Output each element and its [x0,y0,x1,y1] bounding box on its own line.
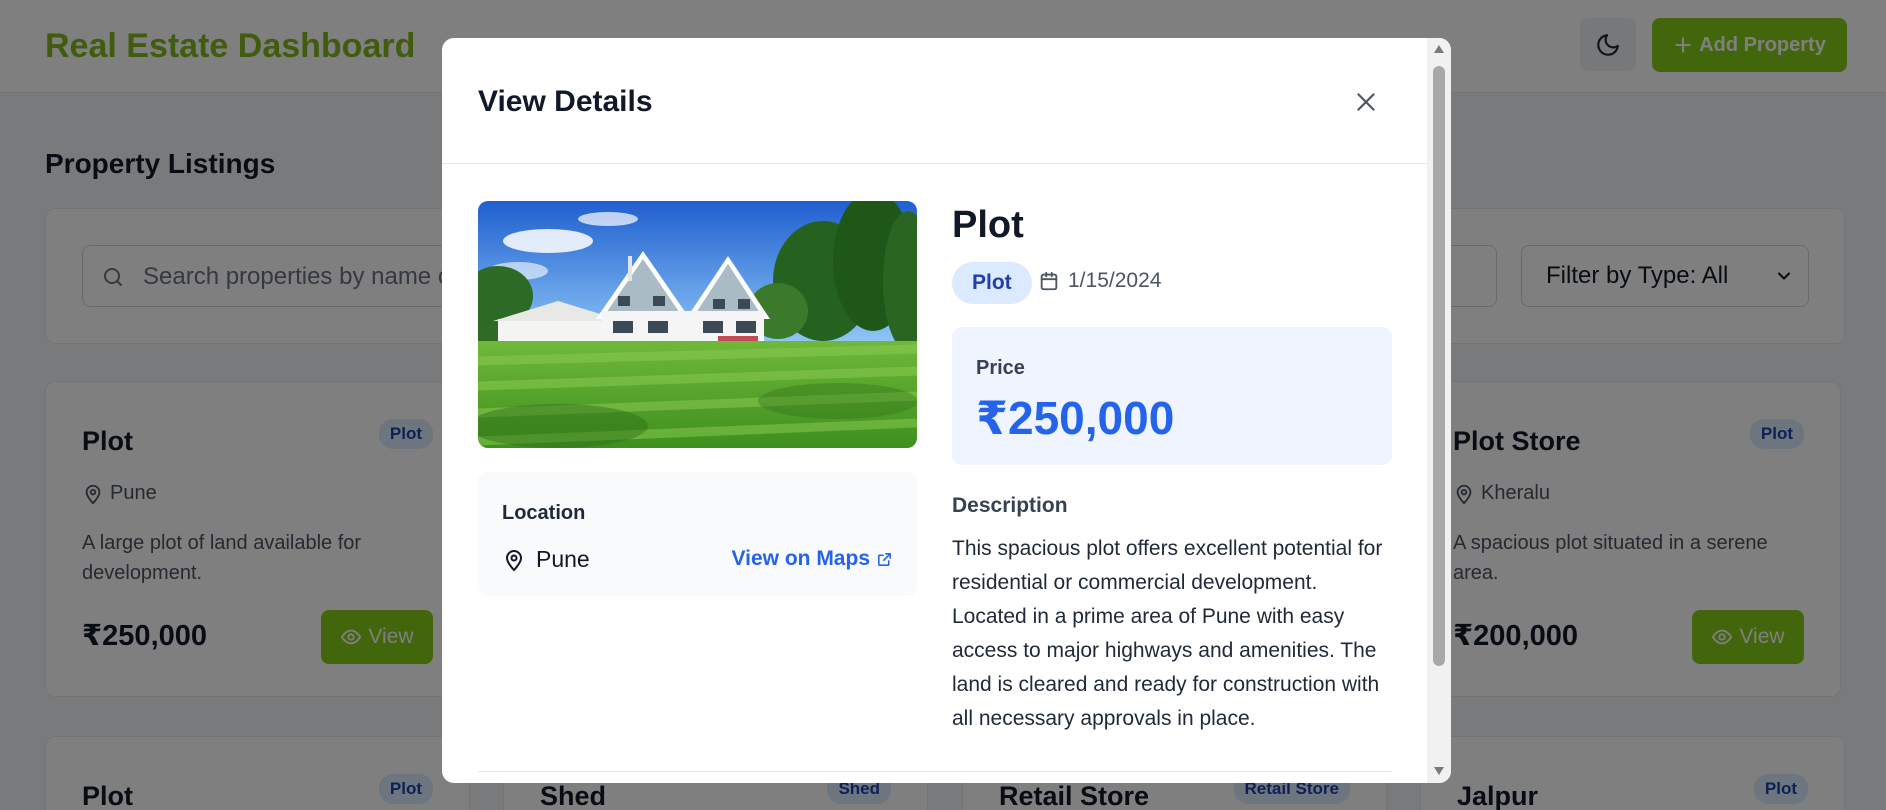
divider [478,771,1392,772]
close-button[interactable] [1350,86,1382,118]
maps-link-label: View on Maps [731,547,870,570]
modal-scrollbar[interactable] [1427,38,1451,783]
external-link-icon [878,552,891,566]
view-details-modal: View Details Location Pune View on Maps … [442,38,1451,783]
scroll-down-icon[interactable] [1433,766,1445,776]
location-value: Pune [536,546,590,572]
house-photo [478,201,917,448]
location-label: Location [502,502,586,524]
modal-header: View Details [442,38,1427,164]
price-value: ₹250,000 [976,392,1175,444]
close-icon [1357,93,1375,111]
description-text: This spacious plot offers excellent pote… [952,537,1383,730]
map-pin-icon [505,549,523,571]
scrollbar-thumb[interactable] [1433,66,1445,666]
type-badge: Plot [952,262,1032,304]
listing-date: 1/15/2024 [1038,269,1161,293]
property-image [478,201,917,448]
description-label: Description [952,494,1068,517]
date-value: 1/15/2024 [1068,269,1162,292]
scroll-up-icon[interactable] [1433,44,1445,54]
price-label: Price [976,357,1025,379]
price-panel: Price ₹250,000 [952,327,1392,465]
modal-title: View Details [478,85,653,118]
location-panel: Location Pune View on Maps [478,472,917,596]
property-title: Plot [952,204,1024,246]
location-row: Pune [502,546,590,573]
view-on-maps-link[interactable]: View on Maps [732,547,893,571]
calendar-icon [1040,271,1058,291]
